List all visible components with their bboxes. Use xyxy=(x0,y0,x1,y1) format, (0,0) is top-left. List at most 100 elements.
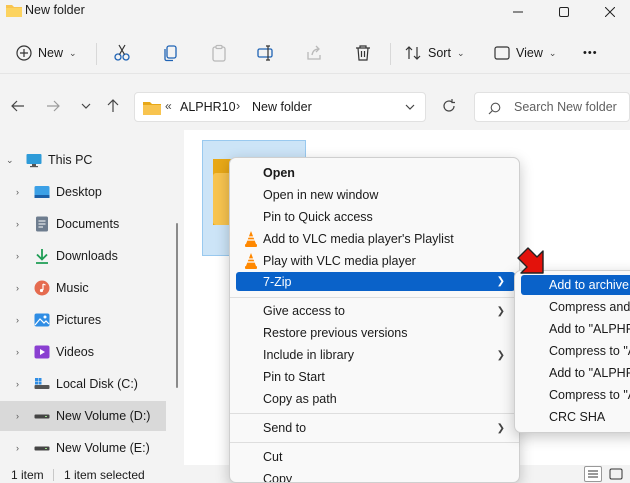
breadcrumb-separator: › xyxy=(236,99,241,113)
copy-button[interactable] xyxy=(162,40,180,66)
sidebar-item-downloads[interactable]: › Downloads xyxy=(0,241,166,271)
tiles-view-icon xyxy=(609,468,623,480)
rename-button[interactable] xyxy=(257,40,275,66)
submenu-item-compress-to-7z-email[interactable]: Compress to "A xyxy=(521,384,630,406)
chevron-down-icon[interactable] xyxy=(405,104,415,111)
sidebar-item-label: Desktop xyxy=(56,185,102,199)
context-menu: Open Open in new window Pin to Quick acc… xyxy=(229,157,520,483)
menu-item-open[interactable]: Open xyxy=(236,162,515,184)
submenu-item-add-to-named-archive[interactable]: Add to "ALPHR xyxy=(521,318,630,340)
back-button[interactable] xyxy=(6,94,30,118)
divider xyxy=(96,43,97,65)
share-button[interactable] xyxy=(305,40,323,66)
menu-item-7zip[interactable]: 7-Zip ❯ xyxy=(236,272,515,291)
chevron-down-icon[interactable]: ⌄ xyxy=(6,155,14,166)
up-button[interactable] xyxy=(101,94,125,118)
sidebar-item-label: Documents xyxy=(56,217,120,231)
view-button[interactable]: View ⌄ xyxy=(494,40,556,66)
sidebar-item-local-disk-c[interactable]: › Local Disk (C:) xyxy=(0,369,166,399)
submenu-item-add-to-named-7z[interactable]: Add to "ALPHR xyxy=(521,362,630,384)
menu-item-pin-quick-access[interactable]: Pin to Quick access xyxy=(236,206,515,228)
recent-locations-button[interactable] xyxy=(74,94,98,118)
breadcrumb-new-folder[interactable]: New folder xyxy=(252,100,312,114)
music-icon xyxy=(34,280,50,296)
sidebar-item-documents[interactable]: › Documents xyxy=(0,209,166,239)
sidebar-item-videos[interactable]: › Videos xyxy=(0,337,166,367)
details-view-button[interactable] xyxy=(584,466,602,482)
menu-item-label: Open xyxy=(263,166,295,180)
navigation-row: « ALPHR10 › New folder Search New folder xyxy=(0,86,630,126)
chevron-right-icon[interactable]: › xyxy=(16,443,19,453)
chevron-right-icon[interactable]: › xyxy=(16,347,19,357)
minimize-button[interactable] xyxy=(495,0,541,24)
drive-icon xyxy=(34,446,50,451)
submenu-item-label: Add to archive... xyxy=(549,278,630,292)
menu-item-label: Copy xyxy=(263,472,293,483)
chevron-right-icon[interactable]: › xyxy=(16,283,19,293)
menu-item-vlc-play[interactable]: Play with VLC media player xyxy=(236,250,515,272)
forward-button[interactable] xyxy=(41,94,65,118)
divider xyxy=(53,469,54,481)
sidebar-scrollbar[interactable] xyxy=(176,223,178,388)
search-box[interactable]: Search New folder xyxy=(474,92,630,122)
refresh-button[interactable] xyxy=(437,94,461,118)
maximize-button[interactable] xyxy=(541,0,587,24)
menu-item-vlc-playlist[interactable]: Add to VLC media player's Playlist xyxy=(236,228,515,250)
chevron-right-icon[interactable]: › xyxy=(16,219,19,229)
menu-item-send-to[interactable]: Send to ❯ xyxy=(236,417,515,439)
breadcrumb-alphr10[interactable]: ALPHR10 xyxy=(180,100,236,114)
close-button[interactable] xyxy=(587,0,630,24)
sidebar-item-pictures[interactable]: › Pictures xyxy=(0,305,166,335)
overflow-chevron-icon[interactable]: « xyxy=(165,99,172,113)
menu-item-label: Add to VLC media player's Playlist xyxy=(263,232,454,246)
sidebar-item-label: This PC xyxy=(48,153,93,167)
submenu-item-crc-sha[interactable]: CRC SHA xyxy=(521,406,630,428)
menu-item-include-library[interactable]: Include in library ❯ xyxy=(236,344,515,366)
chevron-right-icon[interactable]: › xyxy=(16,315,19,325)
pictures-icon xyxy=(34,313,50,327)
submenu-item-label: Compress to "A xyxy=(549,388,630,402)
more-icon: ••• xyxy=(583,47,598,59)
menu-item-copy[interactable]: Copy xyxy=(236,468,515,483)
sidebar-item-new-volume-e[interactable]: › New Volume (E:) xyxy=(0,433,166,463)
delete-button[interactable] xyxy=(354,40,372,66)
address-bar[interactable]: « ALPHR10 › New folder xyxy=(134,92,426,122)
sidebar-item-music[interactable]: › Music xyxy=(0,273,166,303)
vlc-cone-icon xyxy=(245,231,257,247)
submenu-item-label: Add to "ALPHR xyxy=(549,322,630,336)
chevron-right-icon[interactable]: › xyxy=(16,379,19,389)
sidebar-item-this-pc[interactable]: ⌄ This PC xyxy=(0,145,166,175)
refresh-icon xyxy=(443,99,455,112)
new-button[interactable]: New ⌄ xyxy=(16,40,77,66)
menu-item-give-access[interactable]: Give access to ❯ xyxy=(236,300,515,322)
menu-item-restore-versions[interactable]: Restore previous versions xyxy=(236,322,515,344)
arrow-right-icon xyxy=(47,100,60,112)
monitor-icon xyxy=(26,154,42,168)
sidebar-item-new-volume-d[interactable]: › New Volume (D:) xyxy=(0,401,166,431)
chevron-right-icon[interactable]: › xyxy=(16,187,19,197)
close-icon xyxy=(605,7,615,17)
chevron-down-icon xyxy=(81,103,91,109)
chevron-right-icon[interactable]: › xyxy=(16,411,19,421)
large-icons-view-button[interactable] xyxy=(608,467,624,481)
selection-count: 1 item selected xyxy=(64,468,145,482)
chevron-right-icon: ❯ xyxy=(496,276,505,287)
menu-item-copy-path[interactable]: Copy as path xyxy=(236,388,515,410)
submenu-item-label: CRC SHA xyxy=(549,410,606,424)
sidebar-item-label: Downloads xyxy=(56,249,118,263)
menu-item-open-new-window[interactable]: Open in new window xyxy=(236,184,515,206)
menu-item-cut[interactable]: Cut xyxy=(236,446,515,468)
submenu-item-compress-to-email[interactable]: Compress to "A xyxy=(521,340,630,362)
menu-item-pin-start[interactable]: Pin to Start xyxy=(236,366,515,388)
sort-button[interactable]: Sort ⌄ xyxy=(404,40,464,66)
more-options-button[interactable]: ••• xyxy=(583,40,598,66)
sidebar-item-label: New Volume (D:) xyxy=(56,409,151,423)
submenu-item-compress-and-email[interactable]: Compress and email... xyxy=(521,296,630,318)
menu-item-label: Include in library xyxy=(263,348,355,362)
chevron-right-icon[interactable]: › xyxy=(16,251,19,261)
sidebar-item-desktop[interactable]: › Desktop xyxy=(0,177,166,207)
menu-item-label: Play with VLC media player xyxy=(263,254,416,268)
cut-button[interactable] xyxy=(113,40,131,66)
paste-button[interactable] xyxy=(210,40,228,66)
new-label: New xyxy=(38,46,64,60)
